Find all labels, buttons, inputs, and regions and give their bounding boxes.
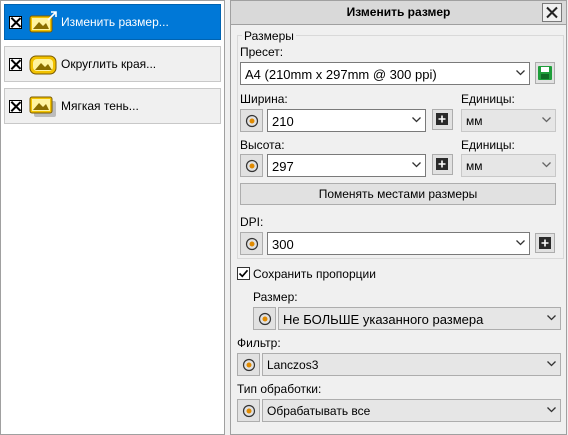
operation-label: Изменить размер...: [61, 15, 169, 29]
target-icon: [242, 358, 256, 372]
chevron-down-icon: [547, 315, 556, 321]
width-value: 210: [272, 114, 294, 129]
operation-checkbox[interactable]: [9, 57, 22, 71]
target-icon: [242, 404, 256, 418]
chevron-down-icon: [516, 240, 525, 246]
operation-label: Мягкая тень...: [61, 99, 139, 113]
plus-icon: [539, 237, 551, 249]
preset-label: Пресет:: [240, 45, 284, 59]
preset-value: A4 (210mm x 297mm @ 300 ppi): [245, 67, 437, 82]
chevron-down-icon: [542, 117, 551, 123]
dpi-select[interactable]: 300: [267, 232, 530, 255]
chevron-down-icon: [547, 361, 556, 367]
height-label: Высота:: [240, 138, 285, 152]
target-icon: [245, 159, 259, 173]
operation-item-resize[interactable]: Изменить размер...: [4, 4, 221, 40]
width-units-label: Единицы:: [461, 92, 515, 106]
processing-value: Обрабатывать все: [267, 404, 371, 418]
operation-item-soft-shadow[interactable]: Мягкая тень...: [4, 88, 221, 124]
chevron-down-icon: [542, 162, 551, 168]
close-button[interactable]: [542, 3, 562, 22]
height-units-select[interactable]: мм: [461, 154, 556, 177]
chevron-down-icon: [412, 117, 421, 123]
operation-checkbox[interactable]: [9, 99, 22, 113]
sizes-group-title: Размеры: [242, 29, 296, 43]
size-mode-select[interactable]: Не БОЛЬШЕ указанного размера: [278, 307, 561, 330]
filter-label: Фильтр:: [237, 336, 281, 350]
panel-title: Изменить размер: [346, 5, 451, 19]
chevron-down-icon: [412, 162, 421, 168]
plus-icon: [436, 113, 448, 125]
operation-label: Округлить края...: [61, 57, 157, 71]
filter-link-button[interactable]: [237, 353, 260, 376]
filter-value: Lanczos3: [267, 358, 319, 372]
save-preset-button[interactable]: [535, 62, 555, 84]
keep-aspect-label: Сохранить пропорции: [253, 267, 376, 281]
processing-label: Тип обработки:: [237, 382, 322, 396]
width-units-select[interactable]: мм: [461, 109, 556, 132]
height-units-value: мм: [466, 159, 483, 173]
preset-select[interactable]: A4 (210mm x 297mm @ 300 ppi): [240, 62, 530, 85]
height-units-label: Единицы:: [461, 138, 515, 152]
height-add-button[interactable]: [432, 154, 453, 175]
panel-header: Изменить размер: [231, 1, 566, 25]
chevron-down-icon: [547, 407, 556, 413]
dpi-link-button[interactable]: [240, 232, 263, 255]
target-icon: [245, 237, 259, 251]
processing-link-button[interactable]: [237, 399, 260, 422]
chevron-down-icon: [516, 70, 525, 76]
height-select[interactable]: 297: [267, 154, 426, 177]
filter-select[interactable]: Lanczos3: [262, 353, 561, 376]
dpi-value: 300: [272, 237, 294, 252]
target-icon: [245, 114, 259, 128]
dpi-add-button[interactable]: [535, 233, 555, 253]
operations-list: Изменить размер... Округлить края... Мяг…: [0, 0, 225, 435]
target-icon: [258, 312, 272, 326]
height-link-button[interactable]: [240, 154, 263, 177]
width-label: Ширина:: [240, 92, 288, 106]
width-add-button[interactable]: [432, 109, 453, 130]
close-icon: [546, 6, 558, 19]
checkmark-icon: [238, 269, 249, 278]
size-mode-value: Не БОЛЬШЕ указанного размера: [283, 312, 484, 327]
height-value: 297: [272, 159, 294, 174]
width-units-value: мм: [466, 114, 483, 128]
size-mode-label: Размер:: [253, 290, 298, 304]
resize-settings-panel: Изменить размер Размеры Пресет: A4 (210m…: [230, 0, 567, 435]
operation-checkbox[interactable]: [9, 15, 22, 29]
plus-icon: [436, 158, 448, 170]
save-icon: [538, 66, 552, 80]
operation-item-round-corners[interactable]: Округлить края...: [4, 46, 221, 82]
swap-dimensions-button[interactable]: Поменять местами размеры: [240, 183, 556, 205]
round-corners-icon: [29, 55, 57, 75]
width-select[interactable]: 210: [267, 109, 426, 132]
keep-aspect-checkbox[interactable]: [237, 267, 250, 280]
soft-shadow-icon: [29, 96, 56, 117]
dpi-label: DPI:: [240, 215, 264, 229]
resize-icon: [29, 11, 57, 33]
size-mode-link-button[interactable]: [253, 307, 276, 330]
processing-select[interactable]: Обрабатывать все: [262, 399, 561, 422]
width-link-button[interactable]: [240, 109, 263, 132]
